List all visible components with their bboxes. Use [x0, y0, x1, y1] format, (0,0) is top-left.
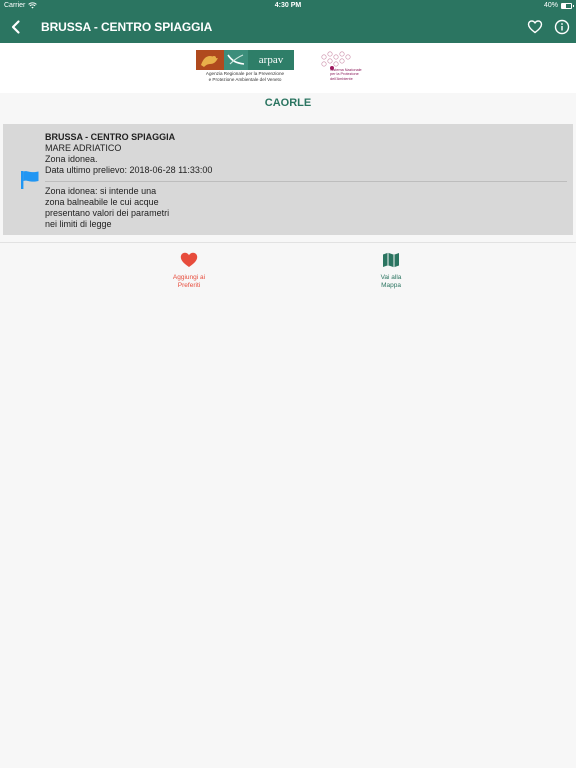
city-title: CAORLE — [264, 97, 312, 109]
lion-emblem-icon — [196, 50, 224, 70]
battery-fill — [562, 4, 566, 8]
go-to-map-label: Vai alla Mappa — [351, 274, 431, 289]
arpav-logo: arpav Agenzia Regionale per la Prevenzio… — [196, 50, 294, 83]
arpav-subtitle-line: e Protezione Ambientale del Veneto — [208, 76, 282, 82]
flag-icon — [21, 171, 39, 189]
battery-percentage: 40% — [543, 2, 558, 9]
map-icon — [383, 252, 399, 268]
arpav-subtitle-line: Agenzia Regionale per la Prevenzione — [205, 71, 285, 76]
page-title: BRUSSA - CENTRO SPIAGGIA — [41, 20, 213, 34]
battery-icon — [561, 3, 574, 9]
description-line: zona balneabile le cui acque — [45, 197, 159, 207]
description-line: nei limiti di legge — [45, 219, 112, 229]
navigation-bar: BRUSSA - CENTRO SPIAGGIA — [0, 12, 576, 43]
section-divider — [0, 242, 576, 243]
snpa-caption-line: dell'Ambiente — [330, 76, 353, 81]
info-circle-icon[interactable] — [554, 19, 570, 35]
arpav-subtitle: Agenzia Regionale per la Prevenzione e P… — [196, 71, 294, 82]
beach-name: BRUSSA - CENTRO SPIAGGIA — [45, 132, 176, 142]
add-to-favorites-label: Aggiungi ai Preferiti — [149, 274, 229, 289]
beach-details: BRUSSA - CENTRO SPIAGGIA MARE ADRIATICO … — [45, 132, 567, 230]
clock: 4:30 PM — [274, 2, 302, 9]
arpav-logo-banner: arpav — [196, 50, 294, 70]
add-to-favorites-button[interactable]: Aggiungi ai Preferiti — [149, 252, 229, 289]
wave-emblem-icon — [224, 50, 248, 70]
beach-info-card: BRUSSA - CENTRO SPIAGGIA MARE ADRIATICO … — [3, 124, 573, 235]
battery-tip — [572, 5, 574, 7]
card-divider — [45, 181, 567, 182]
last-sample-date: Data ultimo prelievo: 2018-06-28 11:33:0… — [45, 165, 213, 175]
description-line: Zona idonea: si intende una — [45, 186, 157, 196]
description-line: presentano valori dei parametri — [45, 208, 170, 218]
status-description: Zona idonea: si intende una zona balneab… — [45, 186, 567, 230]
heart-outline-icon[interactable] — [527, 19, 543, 35]
lion-shape — [201, 56, 218, 67]
arpav-wordmark: arpav — [248, 50, 294, 70]
snpa-caption: Sistema Nazionale per la Protezione dell… — [330, 68, 378, 81]
label-line: Mappa — [381, 281, 401, 289]
go-to-map-button[interactable]: Vai alla Mappa — [351, 252, 431, 289]
chevron-left-icon[interactable] — [8, 19, 24, 35]
logo-header: arpav Agenzia Regionale per la Prevenzio… — [0, 43, 576, 93]
label-line: Aggiungi ai — [172, 274, 206, 281]
bathing-status: Zona idonea. — [45, 154, 98, 164]
snpa-logo: Sistema Nazionale per la Protezione dell… — [318, 51, 378, 85]
label-line: Vai alla — [380, 274, 402, 281]
heart-icon — [180, 252, 198, 267]
status-bar: Carrier 4:30 PM 40% — [0, 0, 576, 12]
sea-name: MARE ADRIATICO — [45, 143, 122, 153]
wave-shape — [227, 54, 245, 65]
label-line: Preferiti — [177, 281, 201, 289]
